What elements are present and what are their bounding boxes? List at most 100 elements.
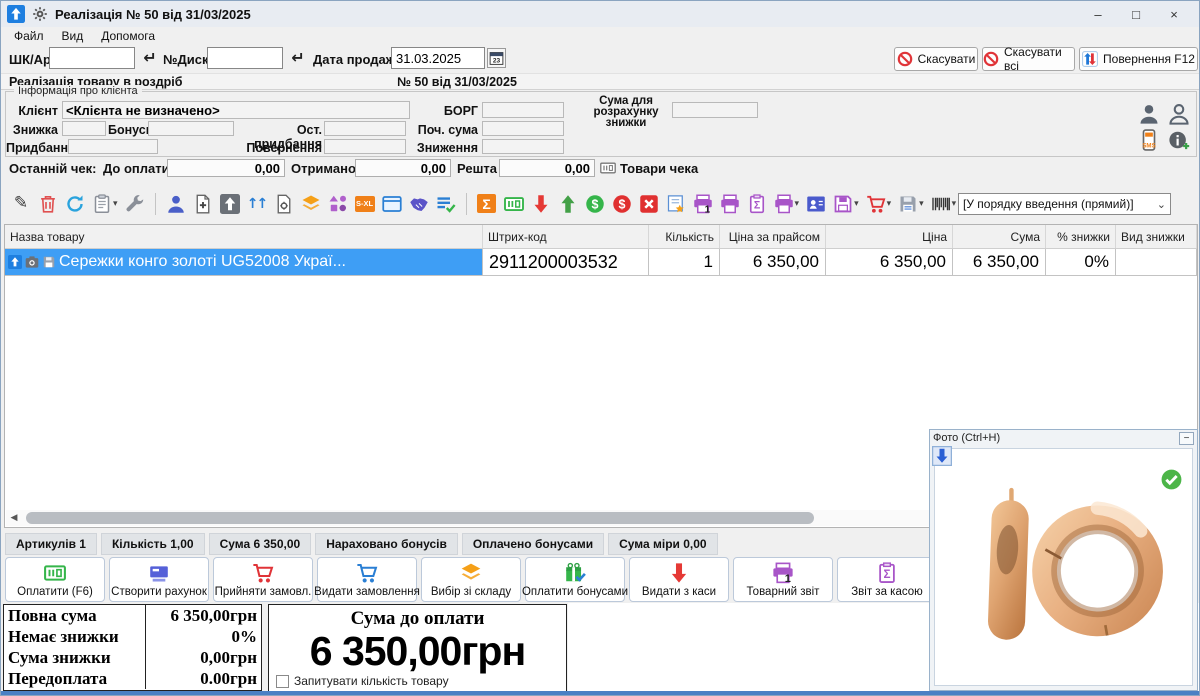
оплатити-f6--button[interactable]: Оплатити (F6) [5,557,105,602]
doc-star-icon[interactable] [664,192,688,216]
column-header[interactable]: Кількість [649,225,720,248]
sort-order-value: [У порядку введення (прямий)] [963,197,1157,211]
cash-register-icon[interactable] [502,192,526,216]
client-card-icon [806,194,826,214]
person-filled-icon[interactable] [1138,103,1160,125]
column-header[interactable]: Ціна [826,225,953,248]
товарний-звіт-button[interactable]: 1Товарний звіт [733,557,833,602]
money-green-icon[interactable]: $ [583,192,607,216]
received-value: 0,00 [355,159,451,177]
ask-quantity-checkbox[interactable] [276,675,289,688]
svg-text:Σ: Σ [883,567,890,580]
stock-layers-icon[interactable] [299,192,323,216]
cash-in-green-icon[interactable] [556,192,580,216]
cash-in-green-icon [558,194,578,214]
photo-minimize-button[interactable]: − [1179,432,1194,445]
client-icon[interactable] [164,192,188,216]
photo-download-icon[interactable] [932,446,952,466]
scroll-thumb[interactable] [26,512,814,524]
window-icon[interactable] [380,192,404,216]
minimize-button[interactable]: – [1079,3,1117,25]
close-button[interactable]: × [1155,3,1193,25]
product-name-text: Сережки конго золоті UG52008 Украї... [59,253,346,271]
bonus-gift-icon [564,562,586,584]
change-label: Решта [457,161,497,176]
cancel-button[interactable]: Скасувати [894,47,978,71]
report-sigma-icon[interactable]: Σ [745,192,769,216]
discount-card-input[interactable] [207,47,283,69]
column-header[interactable]: Назва товару [5,225,483,248]
barcode-menu-icon[interactable]: ▾ [929,192,959,216]
upload-icon[interactable] [218,192,242,216]
cash-out-red-icon[interactable] [529,192,553,216]
звіт-за-касою-button[interactable]: ΣЗвіт за касою [837,557,937,602]
doc-settings-icon[interactable] [272,192,296,216]
delete-icon[interactable] [36,192,60,216]
svg-text:1: 1 [704,204,710,214]
photo-camera-icon[interactable] [25,255,39,269]
table-row[interactable]: Сережки конго золоті UG52008 Украї... 291… [5,249,1197,276]
прийняти-замовл--button[interactable]: Прийняти замовл. [213,557,313,602]
save-row-icon[interactable] [42,255,56,269]
paste-menu-icon[interactable]: ▾ [90,192,120,216]
scroll-left-icon[interactable]: ◀ [6,510,22,526]
menu-help[interactable]: Допомога [94,28,162,44]
створити-рахунок-button[interactable]: Створити рахунок [109,557,209,602]
cancel-receipt-icon[interactable] [637,192,661,216]
printer-report-icon[interactable]: 1 [691,192,715,216]
column-header[interactable]: Вид знижки [1116,225,1197,248]
gear-icon[interactable] [32,6,48,22]
returns-label: Повернення [234,141,322,155]
wrench-icon[interactable] [123,192,147,216]
calendar-icon[interactable]: 23 [487,48,506,68]
column-header[interactable]: % знижки [1046,225,1116,248]
person-add-icon[interactable] [1168,129,1190,151]
save-menu-icon[interactable]: ▾ [831,192,861,216]
sum-sigma-icon[interactable]: Σ [475,192,499,216]
cancel-all-button[interactable]: Скасувати всі [982,47,1075,71]
cart-red-icon[interactable]: ▾ [864,192,894,216]
reduction-field [482,139,564,154]
refresh-icon[interactable] [63,192,87,216]
вибір-зі-складу-button[interactable]: Вибір зі складу [421,557,521,602]
return-button[interactable]: Повернення F12 [1079,47,1198,71]
sort-order-select[interactable]: [У порядку введення (прямий)] ⌄ [958,193,1171,215]
money-red-icon[interactable]: $ [610,192,634,216]
видати-замовлення-button[interactable]: Видати замовлення [317,557,417,602]
оплатити-бонусами-button[interactable]: Оплатити бонусами [525,557,625,602]
doc-add-icon[interactable] [191,192,215,216]
summary-row-value: 0,00грн [145,647,261,668]
sku-input[interactable] [49,47,135,69]
sale-date-input[interactable] [391,47,485,69]
receipt-items-button[interactable]: Товари чека [620,161,698,176]
maximize-button[interactable]: □ [1117,3,1155,25]
move-up-icon[interactable] [8,255,22,269]
assortment-shapes-icon[interactable] [326,192,350,216]
sms-icon[interactable]: SMS [1138,129,1160,151]
client-card-icon[interactable] [804,192,828,216]
person-outline-icon[interactable] [1168,103,1190,125]
handshake-icon [409,194,429,214]
column-header[interactable]: Штрих-код [483,225,649,248]
sizes-sxl-icon[interactable]: S-XL [353,192,377,216]
видати-з-каси-button[interactable]: Видати з каси [629,557,729,602]
printer-receipt-icon[interactable] [718,192,742,216]
cancel-all-button-label: Скасувати всі [1004,45,1074,73]
column-header[interactable]: Ціна за прайсом [720,225,826,248]
edit-icon[interactable]: ✎ [9,192,33,216]
summary-row-value: 0.00грн [145,668,261,689]
cell-barcode: 2911200003532 [483,249,649,276]
sort-ascending-icon[interactable]: ↑↑ [245,192,269,216]
column-header[interactable]: Сума [953,225,1046,248]
menu-file[interactable]: Файл [7,28,51,44]
client-field[interactable]: <Клієнта не визначено> [62,101,410,119]
tasks-check-icon[interactable] [434,192,458,216]
action-button-label: Прийняти замовл. [215,586,312,598]
client-discount-field [62,121,106,136]
menu-view[interactable]: Вид [55,28,91,44]
printer-menu-icon[interactable]: ▾ [772,192,802,216]
status-item: Нараховано бонусів [315,533,458,555]
export-menu-icon[interactable]: ▾ [896,192,926,216]
handshake-icon[interactable] [407,192,431,216]
cell-discount-percent: 0% [1046,249,1116,276]
